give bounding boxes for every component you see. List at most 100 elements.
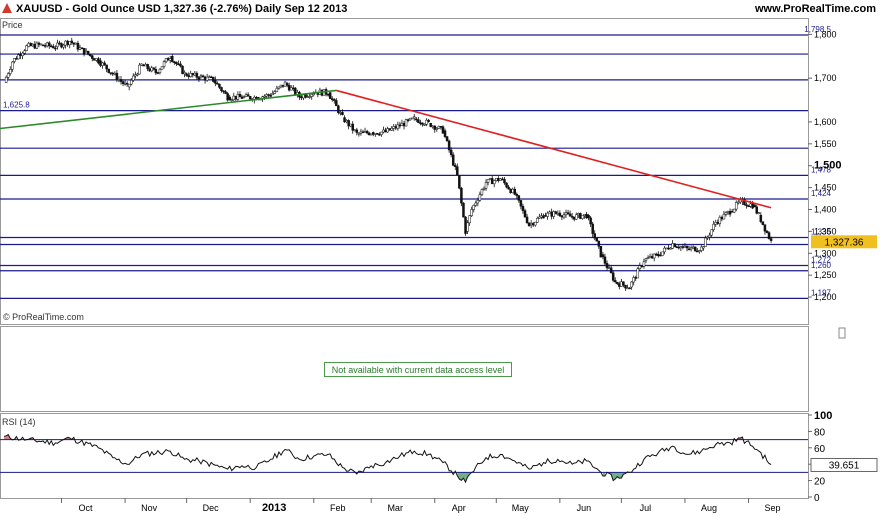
candle-body: [82, 48, 86, 55]
candle-body: [353, 129, 357, 132]
candle-body: [732, 208, 736, 213]
candle-body: [115, 72, 119, 81]
chart-svg[interactable]: Price © ProRealTime.com 1,798.51,625.81,…: [0, 0, 880, 516]
candle-body: [349, 123, 352, 127]
candle-body: [54, 47, 57, 50]
price-tick-label: 1,400: [814, 204, 837, 214]
rsi-current-label: 39.651: [829, 460, 860, 471]
candle-body: [388, 128, 391, 131]
candle-body: [129, 80, 133, 85]
candle-body: [150, 67, 154, 72]
candle-body: [646, 257, 650, 260]
candle-body: [68, 41, 71, 46]
price-panel-title: Price: [2, 20, 23, 30]
scroll-marker[interactable]: [838, 327, 846, 339]
candle-body: [507, 186, 510, 190]
candle-body: [765, 230, 769, 233]
candle-body: [511, 188, 514, 193]
candle-body: [312, 93, 316, 96]
candle-body: [76, 42, 80, 50]
candle-body: [144, 64, 147, 67]
candle-body: [189, 73, 192, 77]
candle-body: [700, 246, 703, 251]
candle-body: [425, 119, 428, 125]
candle-body: [577, 213, 580, 216]
price-tick-label: 1,700: [814, 73, 837, 83]
price-tick-label: 1,450: [814, 183, 837, 193]
candle-body: [488, 178, 492, 180]
candle-body: [454, 165, 457, 167]
candle-body: [501, 178, 504, 181]
candle-body: [718, 216, 722, 224]
candle-body: [659, 254, 662, 257]
time-tick-label: Apr: [452, 503, 466, 513]
candle-body: [767, 232, 771, 239]
candle-body: [220, 87, 223, 92]
candle-body: [503, 179, 506, 184]
candle-body: [113, 72, 117, 75]
candle-body: [566, 212, 570, 215]
candle-body: [347, 120, 350, 127]
candle-body: [523, 210, 527, 218]
candle-body: [369, 133, 373, 136]
candle-body: [378, 133, 381, 136]
rsi-tick-label: 20: [814, 477, 826, 488]
level-label: 1,625.8: [3, 101, 30, 110]
candle-body: [548, 211, 551, 214]
candle-body: [279, 84, 283, 88]
price-tick-label: 1,800: [814, 29, 837, 39]
candle-body: [747, 205, 750, 208]
candle-body: [466, 222, 469, 232]
candle-body: [597, 240, 601, 247]
candle-body: [242, 96, 246, 98]
candle-body: [171, 56, 174, 62]
candle-body: [677, 246, 681, 249]
candle-body: [125, 83, 129, 85]
candle-body: [15, 58, 18, 60]
candle-body: [308, 96, 311, 98]
candle-body: [58, 42, 61, 45]
candle-body: [179, 63, 182, 67]
candle-body: [363, 130, 367, 133]
candle-body: [300, 96, 303, 99]
candle-body: [675, 246, 679, 249]
candle-body: [533, 221, 537, 226]
chart-window: XAUUSD - Gold Ounce USD 1,327.36 (-2.76%…: [0, 0, 880, 516]
candle-body: [37, 42, 41, 45]
candle-body: [402, 122, 406, 127]
candle-body: [277, 86, 281, 89]
candle-body: [492, 180, 496, 185]
candle-body: [386, 128, 389, 133]
candle-body: [283, 81, 287, 87]
candle-body: [109, 72, 112, 74]
candle-body: [93, 58, 96, 61]
candle-body: [568, 213, 572, 217]
candle-body: [689, 247, 693, 250]
candle-body: [624, 284, 627, 289]
candle-body: [207, 76, 211, 79]
candle-body: [166, 58, 170, 61]
candle-body: [374, 133, 377, 135]
candle-body: [620, 281, 623, 287]
candle-body: [550, 211, 553, 217]
candle-body: [275, 87, 279, 92]
candle-body: [564, 212, 568, 216]
candle-body: [62, 44, 65, 48]
candle-body: [529, 223, 533, 226]
time-tick-label: 2013: [262, 502, 286, 514]
candle-body: [474, 202, 478, 206]
candle-body: [499, 178, 502, 181]
candle-body: [365, 130, 369, 134]
candle-body: [154, 69, 158, 74]
time-tick-label: Dec: [203, 503, 220, 513]
candle-body: [162, 61, 166, 67]
candle-body: [66, 40, 69, 46]
candle-body: [17, 54, 20, 60]
candle-body: [734, 202, 738, 210]
candle-body: [84, 50, 88, 53]
price-panel[interactable]: [0, 18, 809, 325]
time-tick-label: Mar: [387, 503, 403, 513]
candle-body: [681, 246, 685, 248]
candle-body: [527, 222, 531, 226]
candle-body: [289, 87, 293, 91]
